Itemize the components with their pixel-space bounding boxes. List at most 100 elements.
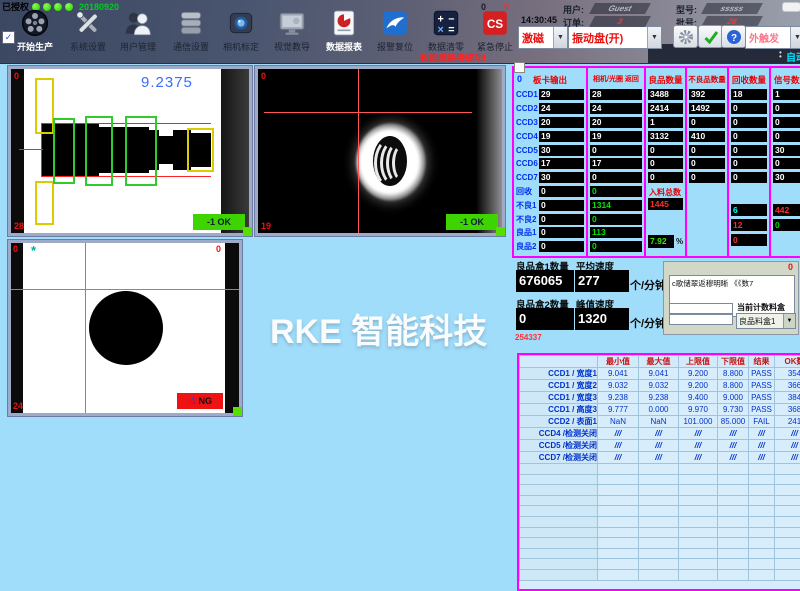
stats-row: 18 <box>731 88 767 102</box>
value-display: 19 <box>539 131 584 142</box>
data-clear-button[interactable]: +−×= 数据清零 <box>419 8 473 53</box>
stats-row: 0 <box>689 143 725 157</box>
value-display: 113 <box>590 227 642 238</box>
chevron-down-icon[interactable]: ▼ <box>647 27 661 48</box>
table-row: CCD4 /检测关闭////////////////// <box>520 428 800 440</box>
start-production-button[interactable]: 开始生产 <box>8 8 62 53</box>
stats-row: 0 <box>590 143 642 157</box>
chevron-down-icon[interactable]: ▼ <box>553 27 567 48</box>
value-display: 0 <box>648 158 683 169</box>
table-row-empty <box>520 548 800 559</box>
value-display: 0 <box>590 214 642 225</box>
order-value: 3 <box>589 16 651 27</box>
extra-counter: 0 <box>731 234 767 246</box>
result-cell: /// <box>718 440 749 452</box>
value-display: 17 <box>539 158 584 169</box>
result-cell: /// <box>639 440 679 452</box>
stats-panel-good-count: 良品数量 3488241413132000入料总数14457.92% <box>644 66 687 258</box>
value-display: 0 <box>689 117 725 128</box>
results-table[interactable]: 最小值最大值上限值下限值结果OK数 CCD1 / 宽度19.0419.0419.… <box>517 353 800 591</box>
value-display: 0 <box>539 241 584 252</box>
current-box-combo[interactable]: 良品料盒1 ▼ <box>736 313 796 329</box>
stats-row: 0 <box>731 171 767 185</box>
peak-speed-unit: 个/分钟 <box>630 315 666 331</box>
data-report-button[interactable]: 数据报表 <box>317 8 371 53</box>
value-display: 0 <box>731 158 767 169</box>
value-display: 3132 <box>648 131 683 142</box>
panel-status-square <box>233 407 242 416</box>
magnet-combo[interactable]: 激磁 ▼ <box>518 26 568 49</box>
row-label: CCD3 <box>516 118 539 127</box>
value-display: 30 <box>539 145 584 156</box>
value-display: 0 <box>539 200 584 211</box>
chevron-down-icon[interactable]: ▼ <box>783 314 795 328</box>
vibrator-combo[interactable]: 振动盘(开) ▼ <box>568 26 662 49</box>
result-cell: PASS <box>749 368 775 380</box>
user-value: Guest <box>589 3 651 14</box>
confirm-button[interactable] <box>698 25 723 48</box>
result-badge: -1 OK <box>193 214 245 230</box>
result-cell: /// <box>639 452 679 464</box>
comm-settings-button[interactable]: 通信设置 <box>164 8 218 53</box>
camera-view-2[interactable]: 0 19 -1 OK <box>255 66 505 236</box>
stats-row: CCD320 <box>516 116 584 130</box>
input-field-2[interactable] <box>669 314 733 325</box>
measure-line <box>19 149 43 150</box>
column-header: 不良品数量 <box>687 68 727 88</box>
results-header: 结果 <box>749 356 775 368</box>
chevron-down-icon[interactable]: ▼ <box>790 27 800 48</box>
emergency-stop-button[interactable]: CS 紧急停止 <box>468 8 522 53</box>
vision-teaching-button[interactable]: 视觉教导 <box>265 8 319 53</box>
table-row: CCD7 /检测关闭////////////////// <box>520 452 800 464</box>
result-cell: 9.238 <box>598 392 639 404</box>
result-cell: /// <box>598 428 639 440</box>
crosshair-vertical <box>85 243 86 413</box>
result-cell: 85.000 <box>718 416 749 428</box>
stats-row: 0 <box>689 116 725 130</box>
value-display: 30 <box>539 172 584 183</box>
crosshair-vertical <box>358 69 359 233</box>
stats-row: 0 <box>731 157 767 171</box>
value-display: 0 <box>689 145 725 156</box>
camera-view-3[interactable]: * 0 0 24 -1 NG <box>8 240 242 416</box>
roi-box-green <box>85 116 113 186</box>
stats-row: CCD530 <box>516 143 584 157</box>
system-settings-button[interactable]: 系统设置 <box>61 8 115 53</box>
value-display: 19 <box>590 131 642 142</box>
result-cell: /// <box>598 440 639 452</box>
results-header: 最小值 <box>598 356 639 368</box>
table-row-empty <box>520 516 800 527</box>
result-cell: 9.000 <box>718 392 749 404</box>
help-button[interactable]: ? <box>721 25 746 48</box>
trigger-mode-combo[interactable]: 外触发 ▼ <box>745 26 800 49</box>
stats-row: 19 <box>590 129 642 143</box>
table-row: CCD1 / 高度39.7770.0009.9709.730PASS368 <box>520 404 800 416</box>
result-cell: NaN <box>639 416 679 428</box>
row-label: 不良2 <box>516 214 539 225</box>
result-cell: /// <box>639 428 679 440</box>
row-label: CCD2 / 表面1 <box>520 416 598 428</box>
alarm-reset-button[interactable]: 报警复位 <box>368 8 422 53</box>
stats-panel-bad-count: 不良品数量 39214920410000 <box>685 66 729 258</box>
table-row: CCD1 / 宽度29.0329.0329.2008.800PASS366 <box>520 380 800 392</box>
image-edge-bar <box>11 243 23 413</box>
model-label: 型号: <box>676 3 697 16</box>
mode-dots-icon: •• <box>779 51 782 59</box>
table-row-empty <box>520 506 800 517</box>
camera-view-1[interactable]: 9.2375 0 28 -1 OK <box>8 66 252 236</box>
camera-calibration-button[interactable]: 相机标定 <box>214 8 268 53</box>
results-header: 上限值 <box>679 356 718 368</box>
part-circle <box>89 291 163 365</box>
stats-row: 不良10 <box>516 198 584 212</box>
input-field-1[interactable] <box>669 303 733 314</box>
value-display: 0 <box>539 227 584 238</box>
group-corner-count: 0 <box>788 262 793 272</box>
settings-gear-button[interactable] <box>673 25 698 48</box>
minimize-button[interactable] <box>782 2 800 12</box>
extra-counter: 0 <box>773 219 800 231</box>
stats-row: 0 <box>773 102 800 116</box>
user-management-button[interactable]: 用户管理 <box>111 8 165 53</box>
table-row-empty <box>520 464 800 475</box>
result-cell: 9.730 <box>718 404 749 416</box>
stats-checkbox[interactable] <box>514 62 525 73</box>
